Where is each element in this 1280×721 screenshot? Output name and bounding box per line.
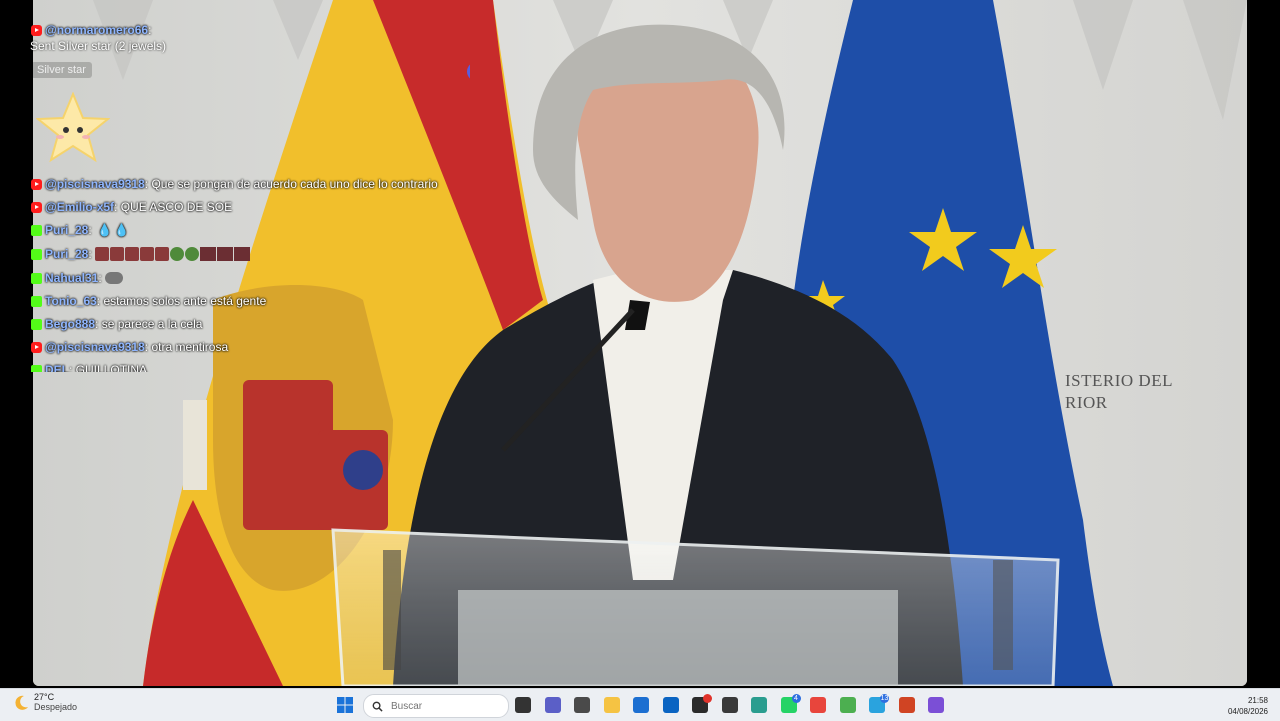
youtube-icon <box>31 24 42 36</box>
notification-badge[interactable]: 2 <box>467 62 470 81</box>
gift-message: @normaromero66: <box>31 20 151 40</box>
chat-text: otra mentirosa <box>151 340 229 354</box>
chat-text: estamos solos ante está gente <box>103 294 267 308</box>
chat-message: @piscisnava9318: Que se pongan de acuerd… <box>31 174 438 194</box>
frog-emote-icon <box>170 247 185 261</box>
whatsapp-icon[interactable]: 4 <box>780 694 801 713</box>
outlook-icon[interactable] <box>662 697 679 713</box>
cat-emote-icon <box>125 247 140 261</box>
weather-temp: 27°C <box>34 692 55 702</box>
dog-emote-icon <box>200 247 217 261</box>
store-icon[interactable] <box>633 697 649 713</box>
obs-icon[interactable] <box>692 694 712 713</box>
telegram-icon[interactable]: 13 <box>869 694 889 713</box>
dog-emote-icon <box>217 247 234 261</box>
chat-username: Puri_28 <box>45 247 89 261</box>
cat-emote-icon <box>110 247 125 261</box>
chat-text: QUE ASCO DE SOE <box>120 200 233 214</box>
notification-badge: 13 <box>880 694 889 703</box>
edge-icon[interactable] <box>751 697 767 713</box>
kick-icon <box>31 318 42 330</box>
chrome-alt-icon[interactable] <box>839 697 856 713</box>
app-circle-icon[interactable] <box>928 697 944 713</box>
emote-strip <box>95 247 251 261</box>
chat-username: @piscisnava9318 <box>45 340 145 354</box>
dog-emote-icon <box>234 247 251 261</box>
windows-taskbar: 27°C Despejado 4 13 21:58 04/08/2026 <box>0 688 1280 721</box>
wall-sign: ISTERIO DEL RIOR <box>1065 371 1173 412</box>
droplet-emote-icon: 💧 <box>97 223 112 237</box>
powerpoint-icon[interactable] <box>898 697 915 713</box>
chat-text: GUILLOTINA <box>75 363 148 372</box>
chat-username: @normaromero66 <box>45 23 149 37</box>
kick-icon <box>31 272 42 284</box>
notification-badge <box>703 694 712 703</box>
silver-star-icon <box>36 92 110 163</box>
weather-desc: Despejado <box>34 702 78 712</box>
kick-icon <box>31 295 42 307</box>
teams-icon[interactable] <box>544 697 561 713</box>
chat-message: @Emilio-x5f: QUE ASCO DE SOE <box>31 197 232 217</box>
chat-username: Bego888 <box>45 317 96 331</box>
notification-badge: 4 <box>791 694 801 703</box>
chat-username: Puri_28 <box>45 223 89 237</box>
chat-text: Que se pongan de acuerdo cada uno dice l… <box>151 177 438 191</box>
cat-emote-icon <box>155 247 170 261</box>
chat-text: se parece a la cela <box>101 317 203 331</box>
frog-emote-icon <box>185 247 200 261</box>
chat-message: @piscisnava9318: otra mentirosa <box>31 337 228 357</box>
chat-message: Nahual31: <box>31 268 124 288</box>
moon-icon <box>15 695 28 710</box>
youtube-icon <box>31 201 42 213</box>
clock-time: 21:58 <box>1247 696 1268 705</box>
task-view-icon[interactable] <box>515 697 531 713</box>
chat-username: Nahual31 <box>45 271 99 285</box>
youtube-icon <box>31 341 42 353</box>
chat-message: Tonio_63: estamos solos ante está gente <box>31 291 266 311</box>
chat-username: @Emilio-x5f <box>45 200 115 214</box>
youtube-icon <box>31 178 42 190</box>
chat-overlay: @normaromero66: Sent Silver star (2 jewe… <box>0 0 470 372</box>
obs-alt-icon[interactable] <box>721 697 738 713</box>
chat-message: Bego888: se parece a la cela <box>31 314 202 334</box>
kick-icon <box>31 224 42 236</box>
start-button[interactable] <box>337 697 353 713</box>
clock-date: 04/08/2026 <box>1227 707 1268 716</box>
chat-username: DEL <box>45 363 69 372</box>
search-icon <box>372 701 383 712</box>
chat-username: @piscisnava9318 <box>45 177 145 191</box>
cat-emote-icon <box>140 247 155 261</box>
cat-emote-icon <box>95 247 110 261</box>
droplet-emote-icon: 💧 <box>113 223 129 237</box>
chat-message: DEL: GUILLOTINA <box>31 360 147 372</box>
search-input[interactable] <box>389 699 493 713</box>
gift-chip: Silver star <box>31 62 92 78</box>
chat-message: Puri_28: 💧 💧 <box>31 220 129 240</box>
kick-icon <box>31 248 42 260</box>
chrome-icon[interactable] <box>810 697 826 713</box>
app-generic-icon[interactable] <box>574 697 590 713</box>
taskbar-search[interactable] <box>363 694 509 718</box>
system-clock[interactable]: 21:58 04/08/2026 <box>1228 695 1268 717</box>
kick-icon <box>31 364 42 372</box>
rat-emote-icon <box>105 272 124 284</box>
gift-text: Sent Silver star (2 jewels) <box>30 39 167 53</box>
file-explorer-icon[interactable] <box>603 697 620 713</box>
chat-message: Puri_28: <box>31 244 251 264</box>
chat-username: Tonio_63 <box>45 294 97 308</box>
weather-widget[interactable]: 27°C Despejado <box>12 692 77 713</box>
